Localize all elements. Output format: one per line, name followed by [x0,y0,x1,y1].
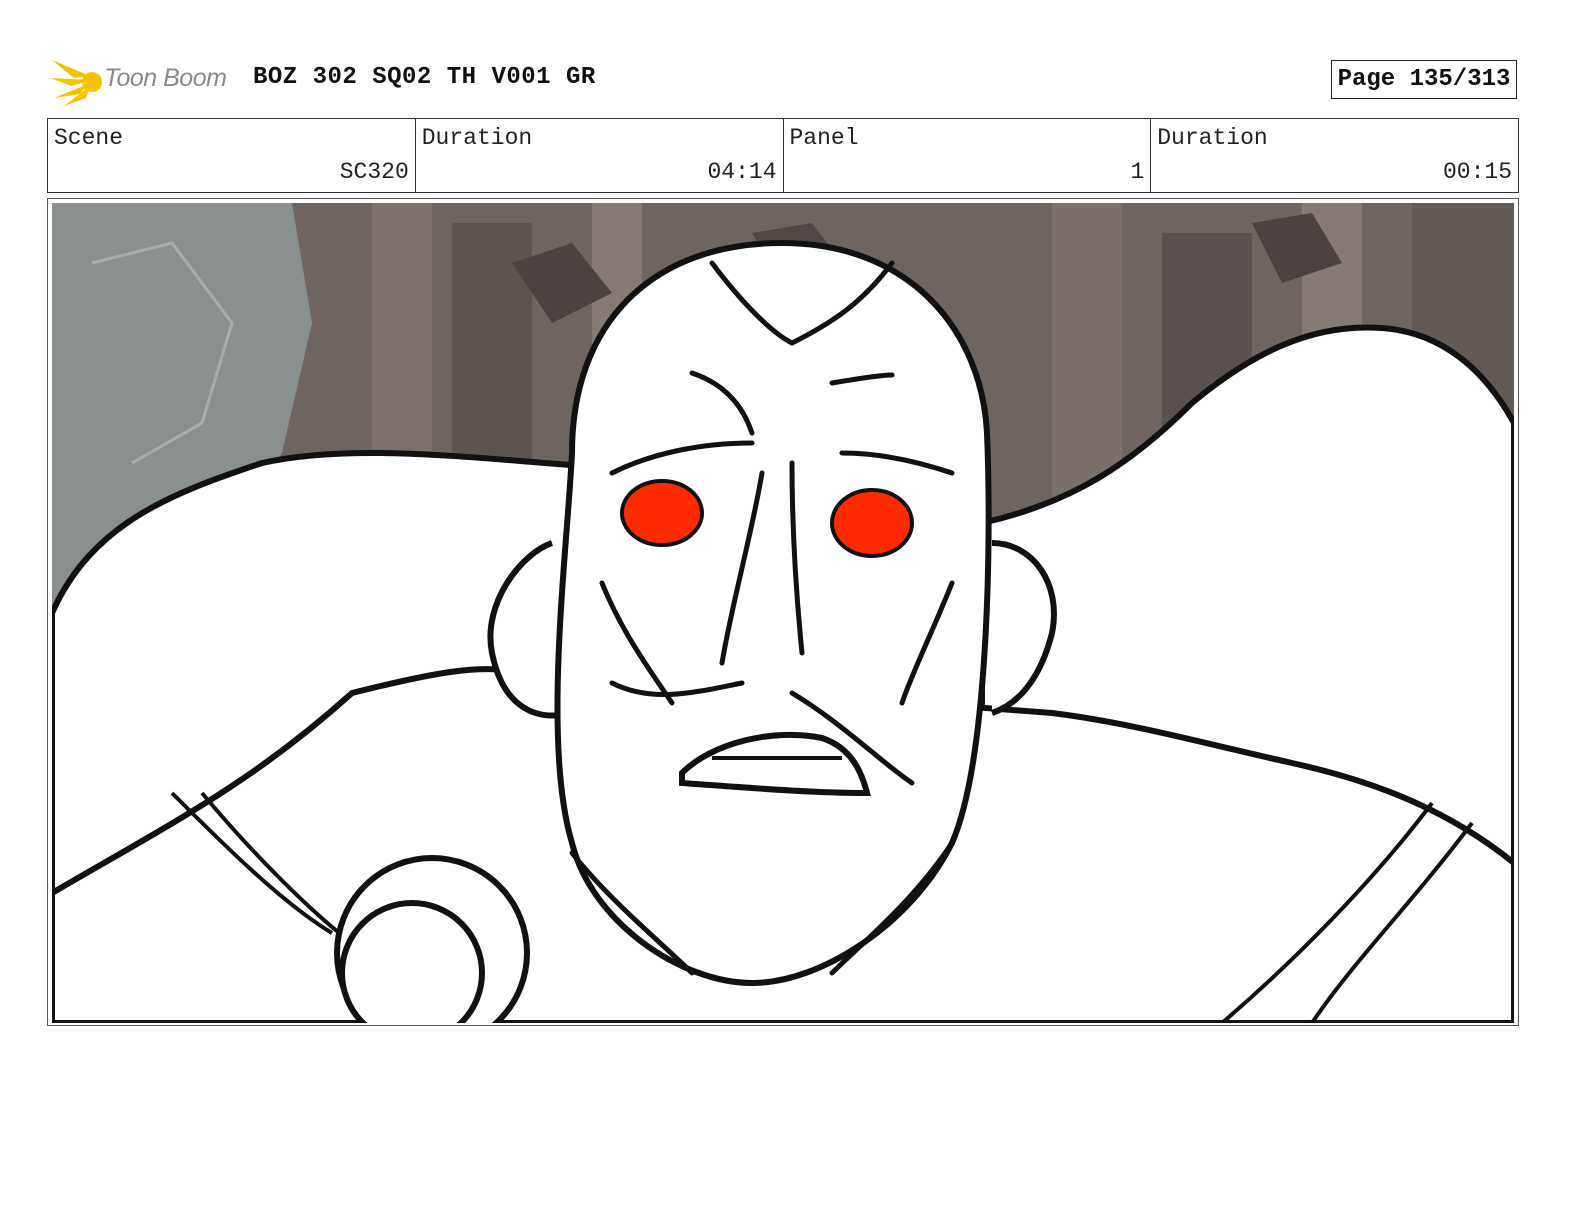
logo: Toon Boom [50,54,240,108]
scene-label: Scene [54,125,124,151]
left-eye [620,479,704,547]
document-title: BOZ 302 SQ02 TH V001 GR [253,64,596,91]
storyboard-drawing [52,203,1514,1023]
panel-cell: Panel 1 [784,119,1152,192]
scene-duration-cell: Duration 04:14 [416,119,784,192]
panel-duration-value: 00:15 [1442,159,1512,185]
scene-cell: Scene SC320 [48,119,416,192]
storyboard-panel [47,198,1519,1026]
scene-duration-label: Duration [421,125,533,151]
cloak-clasp [334,855,530,1023]
scene-value: SC320 [339,159,409,185]
panel-label: Panel [789,125,859,151]
panel-duration-cell: Duration 00:15 [1151,119,1518,192]
page-number: Page 135/313 [1331,60,1517,99]
toon-boom-logo-icon [50,60,102,106]
panel-duration-label: Duration [1157,125,1268,151]
scene-duration-value: 04:14 [707,159,777,185]
logo-text: Toon Boom [104,64,227,92]
panel-value: 1 [1130,159,1145,185]
head [554,239,992,987]
panel-info-table: Scene SC320 Duration 04:14 Panel 1 Durat… [47,118,1519,193]
right-eye [830,488,914,558]
